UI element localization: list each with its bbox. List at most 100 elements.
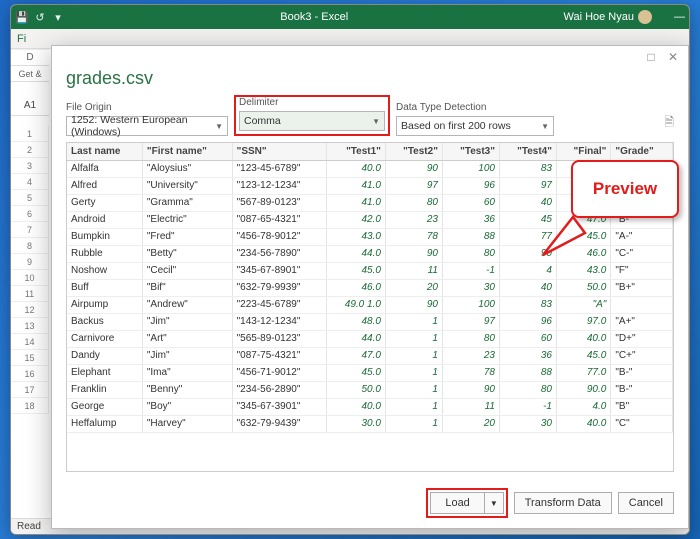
cell: 40 <box>499 194 556 211</box>
user-name: Wai Hoe Nyau <box>563 11 634 23</box>
table-row[interactable]: Buff"Bif""632-79-9939"46.020304050.0"B+" <box>67 279 673 296</box>
cell: 1 <box>385 415 442 432</box>
row-head[interactable]: 4 <box>11 174 49 190</box>
col-header[interactable]: Last name <box>67 143 142 160</box>
save-icon[interactable]: 💾 <box>15 11 29 24</box>
dialog-close-icon[interactable]: ✕ <box>666 50 680 64</box>
cell: 45.0 <box>327 262 386 279</box>
file-origin-dropdown[interactable]: 1252: Western European (Windows) ▼ <box>66 116 228 136</box>
cell: 97 <box>499 177 556 194</box>
load-button[interactable]: Load ▼ <box>430 492 503 514</box>
cell: "456-71-9012" <box>232 364 327 381</box>
cell: "F" <box>611 262 673 279</box>
cell: "Aloysius" <box>142 160 232 177</box>
cell: "Fred" <box>142 228 232 245</box>
cell: 41.0 <box>327 194 386 211</box>
row-head[interactable]: 11 <box>11 286 49 302</box>
cell: "Andrew" <box>142 296 232 313</box>
cell: 88 <box>442 228 499 245</box>
cell: 30.0 <box>327 415 386 432</box>
row-head[interactable]: 5 <box>11 190 49 206</box>
cell: 43.0 <box>556 262 610 279</box>
table-row[interactable]: Elephant"Ima""456-71-9012"45.01788877.0"… <box>67 364 673 381</box>
table-row[interactable]: Airpump"Andrew""223-45-6789"49.0 1.09010… <box>67 296 673 313</box>
cell: "234-56-7890" <box>232 245 327 262</box>
row-head[interactable]: 3 <box>11 158 49 174</box>
table-row[interactable]: Backus"Jim""143-12-1234"48.01979697.0"A+… <box>67 313 673 330</box>
cell: 97 <box>385 177 442 194</box>
undo-icon[interactable]: ↺ <box>33 11 47 24</box>
cell: 42.0 <box>327 211 386 228</box>
cell: "345-67-8901" <box>232 262 327 279</box>
row-head[interactable]: 2 <box>11 142 49 158</box>
avatar[interactable] <box>638 10 652 24</box>
cell: 80 <box>499 381 556 398</box>
table-row[interactable]: Franklin"Benny""234-56-2890"50.01908090.… <box>67 381 673 398</box>
row-head[interactable]: 6 <box>11 206 49 222</box>
cell: 30 <box>442 279 499 296</box>
table-row[interactable]: Heffalump"Harvey""632-79-9439"30.0120304… <box>67 415 673 432</box>
name-box[interactable]: A1 <box>11 96 49 116</box>
cell: 80 <box>385 194 442 211</box>
cell: Elephant <box>67 364 142 381</box>
dialog-help-icon[interactable]: □ <box>644 50 658 64</box>
col-header[interactable]: "SSN" <box>232 143 327 160</box>
col-header[interactable]: "Grade" <box>611 143 673 160</box>
cell: "565-89-0123" <box>232 330 327 347</box>
chevron-down-icon: ▼ <box>372 117 380 126</box>
table-row[interactable]: Dandy"Jim""087-75-4321"47.01233645.0"C+" <box>67 347 673 364</box>
row-head[interactable]: 9 <box>11 254 49 270</box>
chevron-down-icon: ▼ <box>541 122 549 131</box>
row-head[interactable]: 17 <box>11 382 49 398</box>
cell: 90 <box>385 296 442 313</box>
get-label: Get & <box>11 66 49 82</box>
cell: 43.0 <box>327 228 386 245</box>
table-row[interactable]: Carnivore"Art""565-89-0123"44.01806040.0… <box>67 330 673 347</box>
row-head[interactable]: 16 <box>11 366 49 382</box>
cell: "456-78-9012" <box>232 228 327 245</box>
table-row[interactable]: Noshow"Cecil""345-67-8901"45.011-1443.0"… <box>67 262 673 279</box>
row-head[interactable]: 18 <box>11 398 49 414</box>
minimize-icon[interactable]: — <box>674 11 685 23</box>
cell: "123-45-6789" <box>232 160 327 177</box>
cell: 50.0 <box>327 381 386 398</box>
col-header[interactable]: "Test3" <box>442 143 499 160</box>
qat-more-icon[interactable]: ▾ <box>51 11 65 24</box>
cell: "C+" <box>611 347 673 364</box>
dtd-dropdown[interactable]: Based on first 200 rows ▼ <box>396 116 554 136</box>
col-header[interactable]: "Final" <box>556 143 610 160</box>
transform-data-button[interactable]: Transform Data <box>514 492 612 514</box>
col-header[interactable]: "Test2" <box>385 143 442 160</box>
delimiter-dropdown[interactable]: Comma ▼ <box>239 111 385 131</box>
cell: 4.0 <box>556 398 610 415</box>
cell: 40.0 <box>556 415 610 432</box>
cell: 1 <box>385 381 442 398</box>
cell: 90.0 <box>556 381 610 398</box>
table-row[interactable]: George"Boy""345-67-3901"40.0111-14.0"B" <box>67 398 673 415</box>
row-head[interactable]: 1 <box>11 126 49 142</box>
row-head[interactable]: 15 <box>11 350 49 366</box>
cell: 90 <box>385 160 442 177</box>
titlebar: 💾 ↺ ▾ Book3 - Excel Wai Hoe Nyau — <box>11 5 689 29</box>
cell: 1 <box>385 364 442 381</box>
cell: Buff <box>67 279 142 296</box>
row-head[interactable]: 7 <box>11 222 49 238</box>
window-title: Book3 - Excel <box>65 11 563 23</box>
delimiter-value: Comma <box>244 115 281 127</box>
row-head[interactable]: 8 <box>11 238 49 254</box>
chevron-down-icon[interactable]: ▼ <box>485 493 503 513</box>
cancel-button[interactable]: Cancel <box>618 492 674 514</box>
row-head[interactable]: 12 <box>11 302 49 318</box>
cell: 1 <box>385 330 442 347</box>
row-head[interactable]: 14 <box>11 334 49 350</box>
cell: "234-56-2890" <box>232 381 327 398</box>
select-tables-icon[interactable]: 🗎 <box>664 113 674 136</box>
cell: 83 <box>499 296 556 313</box>
col-header[interactable]: "Test1" <box>327 143 386 160</box>
row-head[interactable]: 13 <box>11 318 49 334</box>
file-tab[interactable]: Fi <box>17 33 26 45</box>
col-header[interactable]: "Test4" <box>499 143 556 160</box>
row-head[interactable]: 10 <box>11 270 49 286</box>
dialog-title: grades.csv <box>52 68 688 95</box>
col-header[interactable]: "First name" <box>142 143 232 160</box>
